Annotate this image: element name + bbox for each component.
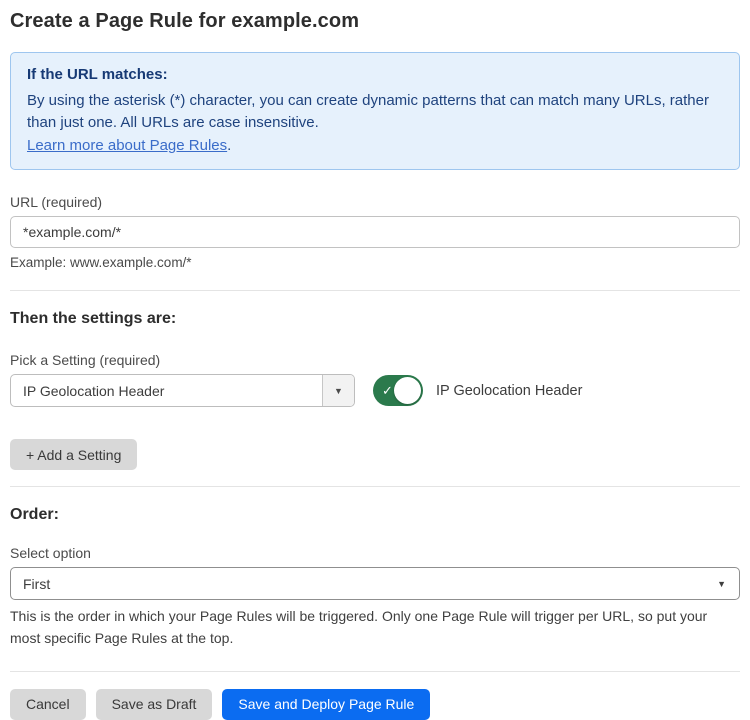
ip-geolocation-toggle[interactable]: ✓ bbox=[373, 375, 423, 406]
info-box-body: By using the asterisk (*) character, you… bbox=[27, 90, 723, 135]
order-heading: Order: bbox=[10, 506, 740, 524]
order-select-label: Select option bbox=[10, 545, 740, 561]
order-select-value: First bbox=[23, 576, 50, 592]
chevron-down-icon: ▼ bbox=[717, 579, 726, 589]
footer-actions: Cancel Save as Draft Save and Deploy Pag… bbox=[10, 689, 740, 720]
page-rule-form: Create a Page Rule for example.com If th… bbox=[0, 0, 750, 720]
save-draft-button[interactable]: Save as Draft bbox=[96, 689, 213, 720]
url-example: Example: www.example.com/* bbox=[10, 255, 740, 270]
check-icon: ✓ bbox=[382, 383, 393, 399]
url-match-info-box: If the URL matches: By using the asteris… bbox=[10, 52, 740, 170]
save-deploy-button[interactable]: Save and Deploy Page Rule bbox=[222, 689, 430, 720]
add-setting-button[interactable]: + Add a Setting bbox=[10, 439, 137, 470]
link-period: . bbox=[227, 137, 231, 154]
toggle-knob bbox=[394, 377, 421, 404]
setting-select-value: IP Geolocation Header bbox=[11, 375, 322, 406]
toggle-label: IP Geolocation Header bbox=[436, 383, 582, 399]
cancel-button[interactable]: Cancel bbox=[10, 689, 86, 720]
page-rules-link[interactable]: Learn more about Page Rules bbox=[27, 137, 227, 154]
divider bbox=[10, 486, 740, 487]
chevron-down-icon[interactable]: ▼ bbox=[322, 375, 354, 406]
url-label: URL (required) bbox=[10, 194, 740, 210]
settings-heading: Then the settings are: bbox=[10, 310, 740, 328]
page-title: Create a Page Rule for example.com bbox=[10, 10, 740, 33]
order-select[interactable]: First ▼ bbox=[10, 567, 740, 600]
setting-select[interactable]: IP Geolocation Header ▼ bbox=[10, 374, 355, 407]
divider bbox=[10, 671, 740, 672]
setting-picker-label: Pick a Setting (required) bbox=[10, 352, 740, 368]
order-help-text: This is the order in which your Page Rul… bbox=[10, 606, 740, 649]
info-link-row: Learn more about Page Rules. bbox=[27, 135, 723, 158]
setting-row: IP Geolocation Header ▼ ✓ IP Geolocation… bbox=[10, 374, 740, 407]
divider bbox=[10, 290, 740, 291]
info-box-heading: If the URL matches: bbox=[27, 64, 723, 86]
url-input[interactable] bbox=[10, 216, 740, 248]
